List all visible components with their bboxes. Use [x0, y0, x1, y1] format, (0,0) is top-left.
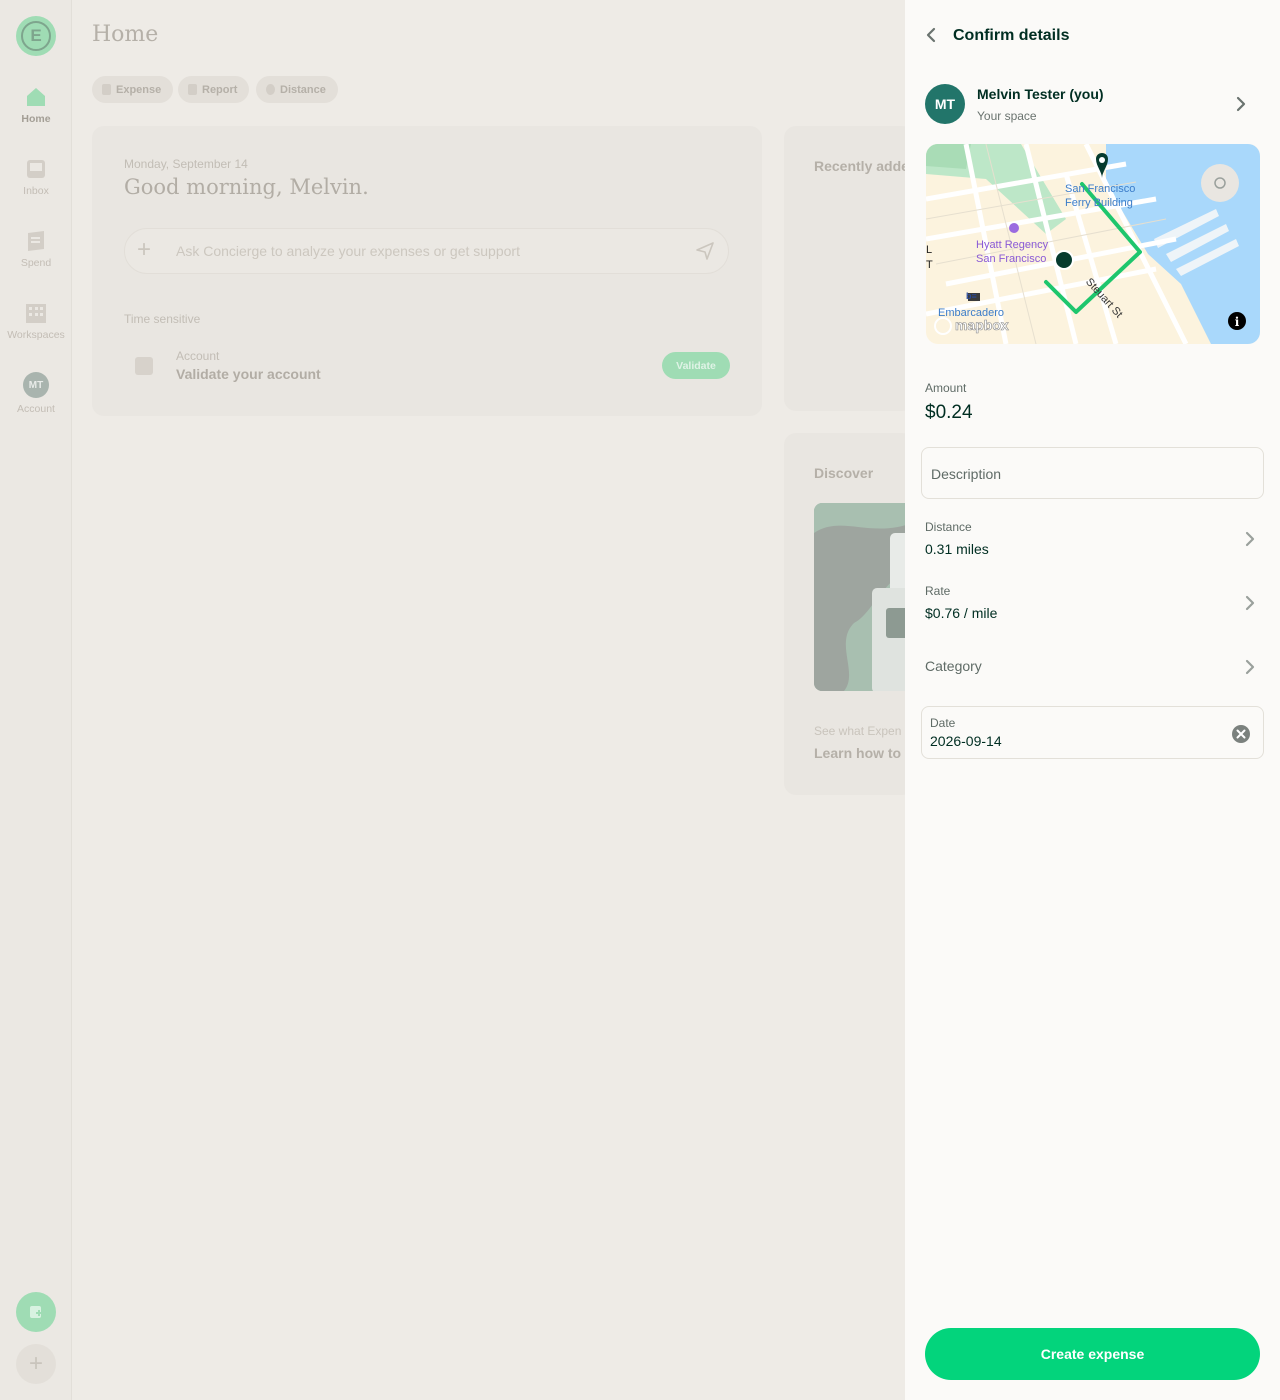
nav-item-spend[interactable]: Spend	[0, 230, 72, 269]
time-sensitive-label: Time sensitive	[124, 312, 201, 326]
user-avatar: MT	[925, 84, 965, 124]
recently-added-title: Recently adde	[814, 158, 909, 174]
concierge-input[interactable]: + Ask Concierge to analyze your expenses…	[124, 228, 729, 274]
nav-label-inbox: Inbox	[23, 185, 49, 197]
chevron-right-icon	[1245, 659, 1255, 675]
distance-value: 0.31 miles	[925, 541, 989, 557]
send-icon[interactable]	[696, 242, 714, 260]
panel-title: Confirm details	[953, 27, 1070, 44]
map-label-edge-r: T	[926, 259, 933, 271]
date-label: Date	[930, 716, 956, 730]
plus-icon: +	[28, 1350, 43, 1377]
discover-link[interactable]: Learn how to	[814, 745, 901, 761]
inbox-icon	[27, 160, 45, 178]
chevron-right-icon	[1245, 595, 1255, 611]
left-nav: E Home Inbox Spend Workspaces MT Account…	[0, 0, 72, 1400]
discover-title: Discover	[814, 465, 874, 481]
chip-expense-label: Expense	[116, 83, 162, 96]
map-label-ferry-building: San Francisco Ferry Building	[1065, 182, 1135, 210]
date-value: 2026-09-14	[930, 733, 1002, 749]
home-icon	[27, 88, 45, 106]
validate-button[interactable]: Validate	[662, 352, 730, 379]
account-avatar: MT	[23, 372, 49, 398]
rate-value: $0.76 / mile	[925, 605, 998, 621]
ferry-line-2: Ferry Building	[1065, 197, 1133, 209]
description-field[interactable]: Description	[921, 447, 1264, 499]
hyatt-line-1: Hyatt Regency	[976, 239, 1049, 251]
svg-text:i: i	[1235, 315, 1240, 329]
building-icon	[26, 304, 46, 323]
participant-row[interactable]: MT Melvin Tester (you) Your space	[905, 78, 1280, 130]
mapbox-attribution: mapbox	[955, 317, 1009, 334]
chip-expense[interactable]: Expense	[92, 76, 174, 103]
expense-icon	[102, 84, 111, 95]
location-pin-icon	[266, 84, 275, 95]
logo-letter: E	[21, 21, 51, 51]
nav-label-spend: Spend	[20, 257, 52, 269]
ferry-line-1: San Francisco	[1065, 183, 1136, 195]
chip-distance-label: Distance	[280, 83, 326, 96]
nav-item-workspaces[interactable]: Workspaces	[0, 302, 72, 341]
plus-icon[interactable]: +	[137, 238, 151, 262]
concierge-placeholder: Ask Concierge to analyze your expenses o…	[176, 243, 520, 259]
expensify-logo[interactable]: E	[16, 16, 56, 56]
confirm-details-panel: Confirm details MT Melvin Tester (you) Y…	[905, 0, 1280, 1400]
page-title: Home	[92, 22, 159, 47]
user-space: Your space	[977, 109, 1037, 123]
category-label: Category	[925, 658, 982, 674]
create-expense-button[interactable]: Create expense	[925, 1328, 1260, 1380]
compose-icon	[30, 1306, 42, 1318]
map-label-hyatt: Hyatt Regency San Francisco	[976, 238, 1048, 266]
nav-item-home[interactable]: Home	[0, 86, 72, 125]
date-field[interactable]: Date 2026-09-14	[921, 706, 1264, 759]
clear-icon[interactable]	[1232, 725, 1250, 743]
nav-label-account: Account	[17, 403, 55, 415]
chip-report[interactable]: Report	[178, 76, 250, 103]
task-title: Validate your account	[176, 366, 321, 382]
report-icon	[188, 84, 197, 95]
chevron-right-icon	[1236, 96, 1246, 112]
nav-label-home: Home	[21, 113, 51, 125]
account-shield-icon	[135, 357, 153, 375]
task-category: Account	[176, 349, 220, 363]
back-arrow-icon[interactable]	[923, 26, 941, 44]
nav-item-inbox[interactable]: Inbox	[0, 158, 72, 197]
map-label-edge-l: L	[926, 244, 933, 256]
create-button[interactable]: +	[16, 1344, 56, 1384]
chip-report-label: Report	[202, 83, 238, 96]
receipt-icon	[28, 231, 44, 251]
greeting-heading: Good morning, Melvin.	[124, 175, 369, 199]
chip-distance[interactable]: Distance	[256, 76, 338, 103]
nav-label-workspaces: Workspaces	[7, 329, 65, 341]
bart-icon: b≡	[966, 291, 977, 301]
chevron-right-icon	[1245, 531, 1255, 547]
rate-label: Rate	[925, 584, 951, 598]
current-date: Monday, September 14	[124, 157, 248, 171]
route-map[interactable]: i San Francisco Ferry Building Hyatt Reg…	[926, 144, 1260, 344]
amount-value: $0.24	[925, 402, 973, 423]
new-expense-fab[interactable]	[16, 1292, 56, 1332]
hyatt-line-2: San Francisco	[976, 253, 1047, 265]
description-placeholder: Description	[931, 466, 1002, 482]
nav-item-account[interactable]: MT Account	[0, 372, 72, 415]
user-name: Melvin Tester (you)	[977, 86, 1104, 102]
amount-label: Amount	[925, 381, 967, 395]
distance-label: Distance	[925, 520, 972, 534]
discover-subtitle: See what Expen	[814, 724, 902, 738]
